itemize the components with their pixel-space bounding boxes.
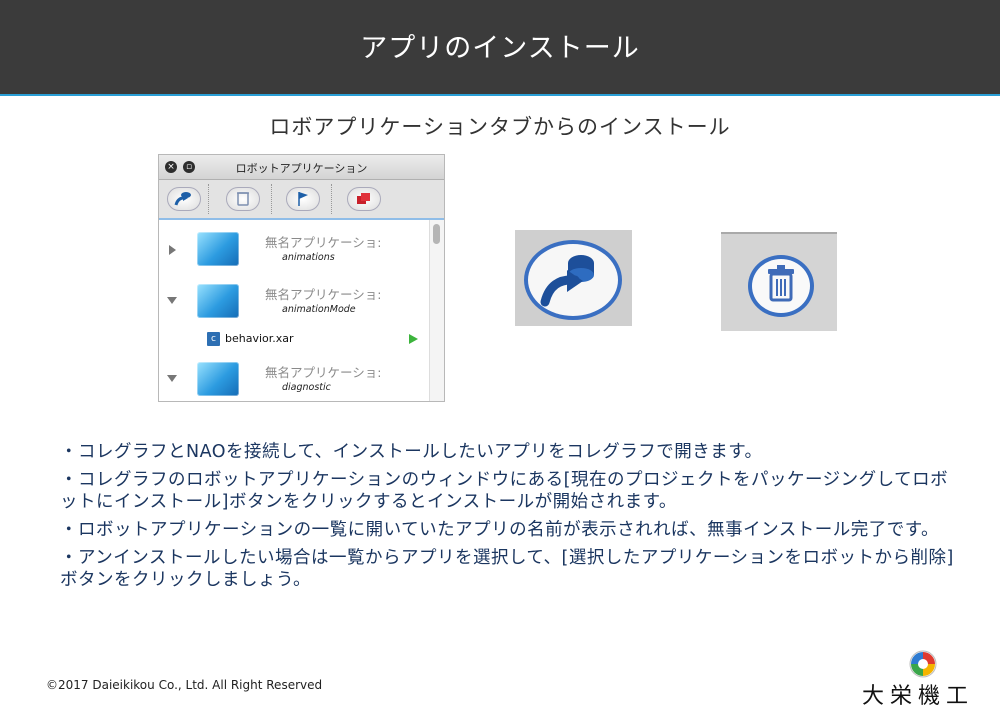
application-list: 無名アプリケーショ: animations 無名アプリケーショ: animati… (159, 220, 431, 401)
company-name: 大栄機工 (862, 684, 975, 709)
company-logo-icon (909, 650, 937, 678)
app-name: 無名アプリケーショ: (265, 365, 382, 380)
behavior-file-icon: c (207, 332, 220, 346)
collapse-arrow-icon[interactable] (167, 375, 177, 382)
file-name: behavior.xar (225, 332, 294, 345)
app-name: 無名アプリケーショ: (265, 287, 382, 302)
delete-button-large-icon (721, 232, 837, 331)
app-cube-icon (197, 284, 239, 318)
window-title: ロボットアプリケーション (235, 162, 368, 175)
app-cube-icon (197, 362, 239, 396)
title-bar: アプリのインストール (0, 0, 1000, 96)
instruction-item: ・アンインストールしたい場合は一覧からアプリを選択して、[選択したアプリケーショ… (60, 548, 954, 590)
scrollbar-thumb[interactable] (433, 224, 440, 244)
list-item[interactable]: 無名アプリケーショ: animations (159, 226, 431, 272)
list-item[interactable]: 無名アプリケーショ: diagnostic (159, 356, 431, 401)
play-icon[interactable] (409, 334, 418, 344)
window-titlebar: × ▫ ロボットアプリケーション (159, 155, 444, 180)
install-icon[interactable] (167, 187, 201, 211)
collapse-arrow-icon[interactable] (167, 297, 177, 304)
trash-icon[interactable] (226, 187, 260, 211)
flag-icon[interactable] (286, 187, 320, 211)
instruction-list: ・コレグラフとNAOを接続して、インストールしたいアプリをコレグラフで開きます。… (60, 441, 960, 597)
app-name: 無名アプリケーショ: (265, 235, 382, 250)
delete-apps-icon[interactable] (347, 187, 381, 211)
list-item[interactable]: 無名アプリケーショ: animationMode (159, 278, 431, 324)
file-row[interactable]: c behavior.xar (159, 328, 431, 356)
copyright-text: ©2017 Daieikikou Co., Ltd. All Right Res… (46, 678, 323, 692)
instruction-item: ・ロボットアプリケーションの一覧に開いていたアプリの名前が表示されれば、無事イン… (60, 520, 940, 540)
expand-arrow-icon[interactable] (169, 245, 176, 255)
section-subtitle: ロボアプリケーションタブからのインストール (269, 115, 731, 139)
install-button-large-icon (515, 230, 632, 326)
robot-applications-window: × ▫ ロボットアプリケーション 無名アプリケーショ: animations 無… (158, 154, 445, 402)
page-title: アプリのインストール (360, 33, 640, 64)
app-id: animationMode (282, 304, 356, 315)
instruction-item: ・コレグラフとNAOを接続して、インストールしたいアプリをコレグラフで開きます。 (60, 442, 763, 462)
window-toolbar (159, 180, 444, 220)
app-id: diagnostic (282, 382, 331, 393)
instruction-item: ・コレグラフのロボットアプリケーションのウィンドウにある[現在のプロジェクトをパ… (60, 470, 949, 512)
app-cube-icon (197, 232, 239, 266)
scrollbar[interactable] (429, 220, 444, 401)
app-id: animations (282, 252, 335, 263)
